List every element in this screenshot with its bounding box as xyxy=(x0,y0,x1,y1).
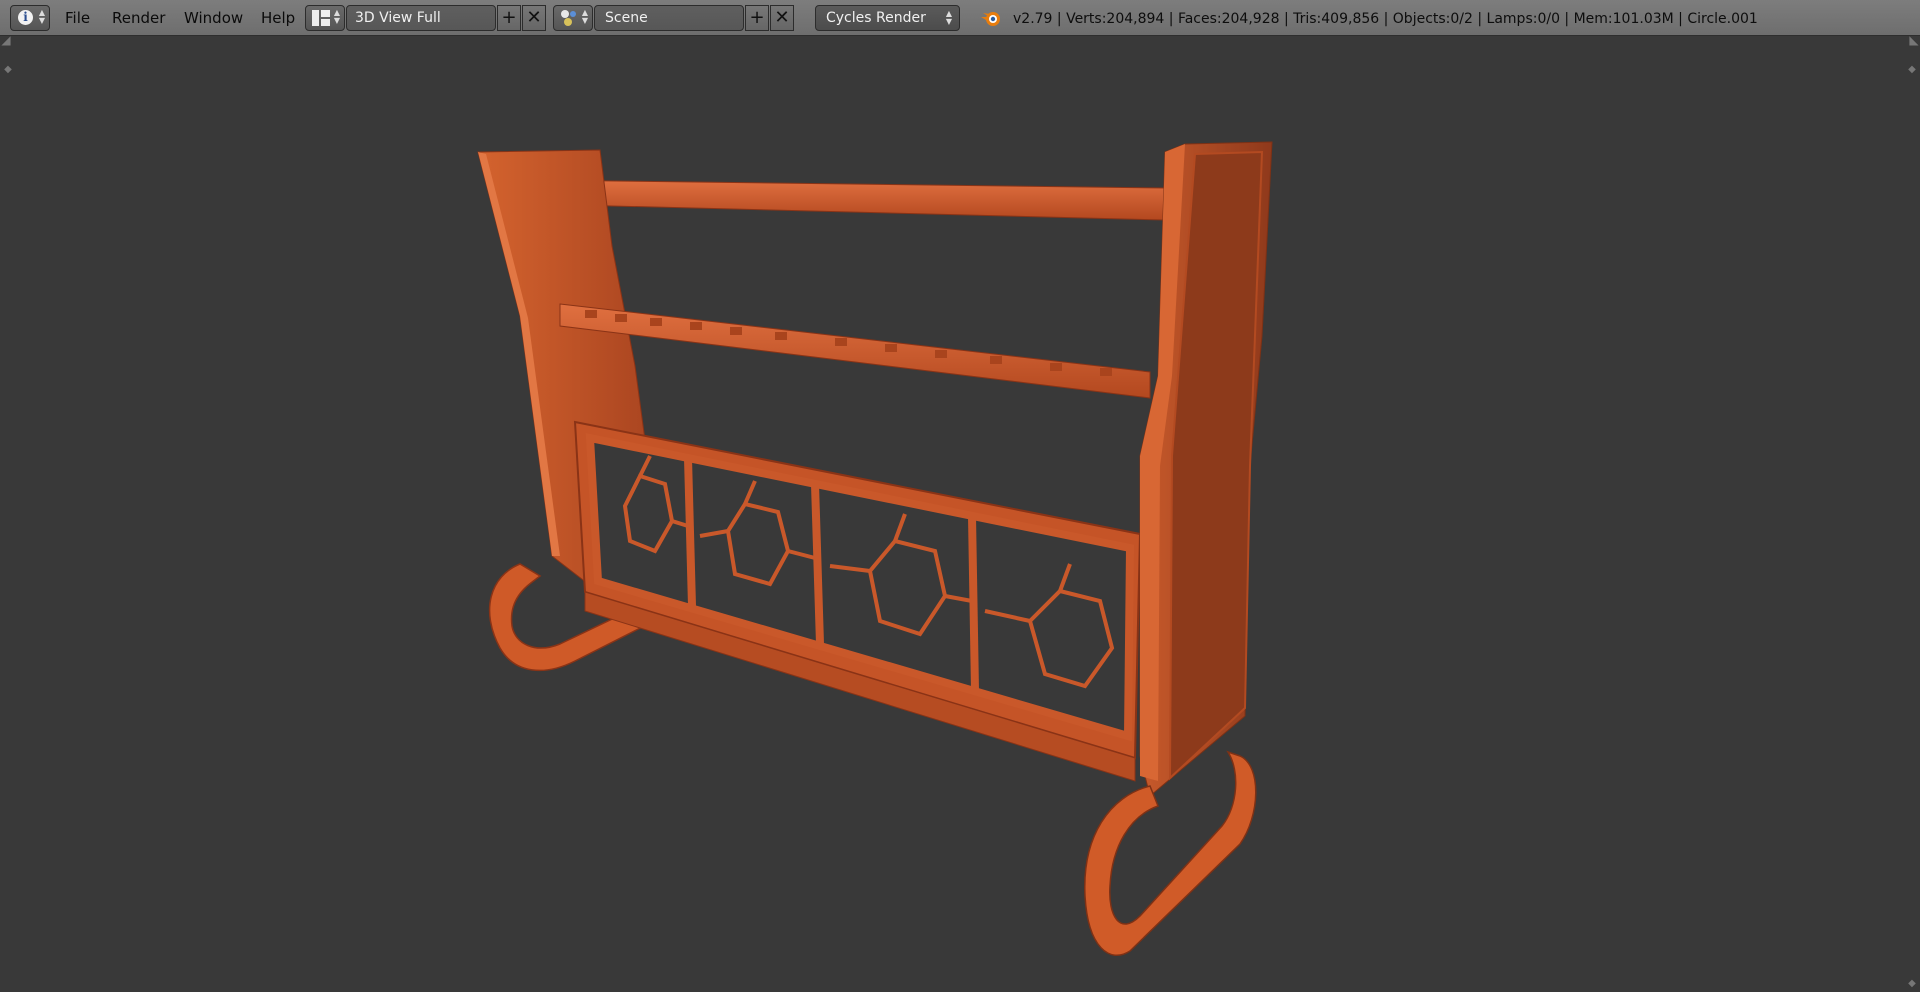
scene-name[interactable]: Scene xyxy=(594,5,744,31)
scene-statistics: v2.79 | Verts:204,894 | Faces:204,928 | … xyxy=(1013,11,1758,27)
dropdown-arrows-icon: ▲ ▼ xyxy=(581,8,589,25)
menu-help[interactable]: Help xyxy=(261,6,295,30)
screen-layout-selector[interactable]: ▲ ▼ xyxy=(305,5,345,31)
close-icon: ✕ xyxy=(526,7,542,28)
menu-render[interactable]: Render xyxy=(112,6,165,30)
dropdown-arrows-icon: ▲ ▼ xyxy=(945,9,953,26)
add-scene-button[interactable]: + xyxy=(745,5,769,31)
delete-layout-button[interactable]: ✕ xyxy=(522,5,546,31)
info-header: i ▲ ▼ File Render Window Help ▲ ▼ 3D View … xyxy=(0,0,1920,36)
screen-layout-name[interactable]: 3D View Full xyxy=(346,5,496,31)
render-engine-label: Cycles Render xyxy=(826,10,926,26)
delete-scene-button[interactable]: ✕ xyxy=(770,5,794,31)
render-engine-selector[interactable]: Cycles Render ▲ ▼ xyxy=(815,5,960,31)
layout-icon xyxy=(312,10,330,26)
scene-selector[interactable]: ▲ ▼ xyxy=(553,5,593,31)
dropdown-arrows-icon: ▲ ▼ xyxy=(333,8,341,25)
info-icon: i xyxy=(18,10,33,25)
3d-viewport[interactable]: ◆ ◆ ◆ ◢ ◣ xyxy=(0,34,1920,992)
plus-icon: + xyxy=(501,7,517,28)
editor-type-selector[interactable]: i ▲ ▼ xyxy=(10,5,50,31)
sword-rack-model[interactable] xyxy=(0,36,1920,992)
add-layout-button[interactable]: + xyxy=(497,5,521,31)
plus-icon: + xyxy=(749,7,765,28)
menu-file[interactable]: File xyxy=(65,6,90,30)
scene-icon xyxy=(561,10,576,26)
blender-logo-icon xyxy=(981,12,1000,26)
dropdown-arrows-icon: ▲ ▼ xyxy=(38,8,46,25)
menu-window[interactable]: Window xyxy=(184,6,243,30)
close-icon: ✕ xyxy=(774,7,790,28)
